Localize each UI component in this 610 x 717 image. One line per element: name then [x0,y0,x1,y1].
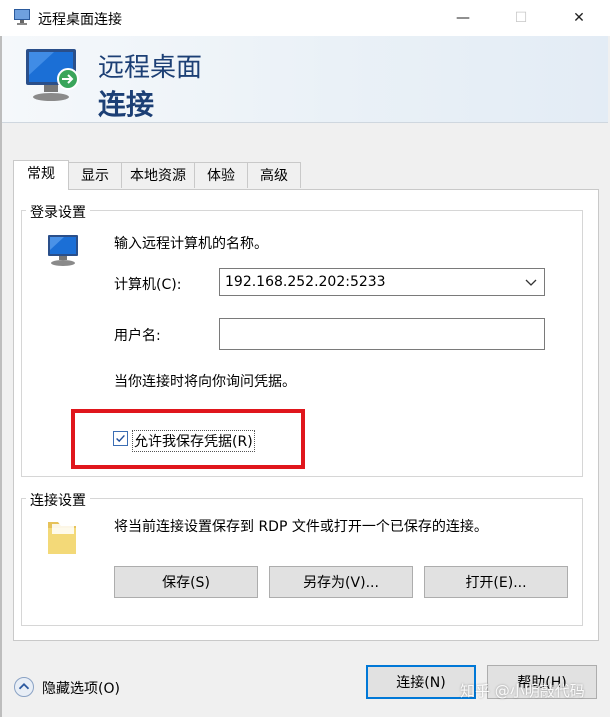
tab-advanced[interactable]: 高级 [247,162,301,188]
tab-local-resources[interactable]: 本地资源 [121,162,195,188]
folder-icon [48,522,76,554]
allow-save-credentials-label[interactable]: 允许我保存凭据(R) [132,430,255,452]
watermark-text: 知乎 @小明敲代码 [460,682,585,700]
allow-save-credentials-checkbox[interactable] [113,431,128,446]
close-button[interactable]: ✕ [556,0,602,36]
window-title: 远程桌面连接 [38,12,122,28]
banner-divider [2,122,608,123]
tab-general[interactable]: 常规 [13,160,69,190]
credential-prompt-note: 当你连接时将向你询问凭据。 [114,374,296,390]
computer-value[interactable]: 192.168.252.202:5233 [225,274,386,290]
window-edge [0,36,2,717]
open-button[interactable]: 打开(E)... [424,566,568,598]
tab-display[interactable]: 显示 [68,162,122,188]
save-button[interactable]: 保存(S) [114,566,258,598]
computer-monitor-icon [48,235,78,266]
tab-experience[interactable]: 体验 [194,162,248,188]
remote-desktop-icon [14,9,30,25]
username-input[interactable] [219,318,545,350]
save-as-button[interactable]: 另存为(V)... [269,566,413,598]
chevron-up-circle-icon[interactable] [14,677,34,697]
computer-combobox[interactable]: 192.168.252.202:5233 [219,268,545,296]
banner-title-line1: 远程桌面 [98,53,203,83]
connection-description: 将当前连接设置保存到 RDP 文件或打开一个已保存的连接。 [114,519,488,535]
maximize-button[interactable]: ☐ [498,0,544,36]
connection-settings-legend: 连接设置 [26,490,90,510]
computer-label: 计算机(C): [114,277,182,293]
username-label: 用户名: [114,328,161,344]
minimize-button[interactable]: — [440,0,486,36]
header-banner [2,36,608,122]
chevron-down-icon[interactable] [524,275,538,289]
banner-title-line2: 连接 [98,88,155,121]
hide-options-link[interactable]: 隐藏选项(O) [42,678,120,698]
checkmark-icon [116,434,125,443]
login-description: 输入远程计算机的名称。 [114,236,268,252]
remote-desktop-monitor-icon [26,49,79,101]
login-settings-legend: 登录设置 [26,202,90,222]
